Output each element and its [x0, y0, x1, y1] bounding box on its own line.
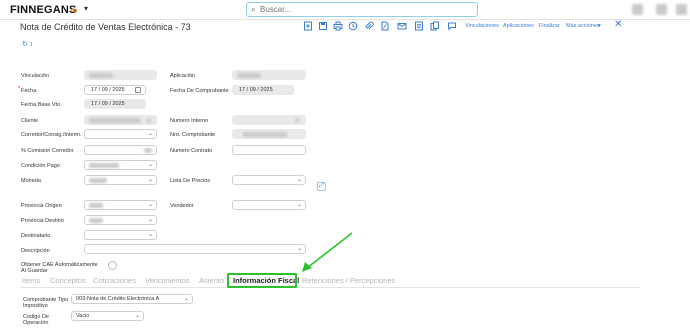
tab-items[interactable]: Items: [22, 276, 40, 285]
label-obtener-cae: Obtener CAE Automáticamente Al Guardar: [21, 262, 98, 274]
label-aplicacion: Aplicación: [170, 73, 196, 79]
page-title: Nota de Crédito de Ventas Electrónica - …: [20, 22, 191, 32]
pdf-icon[interactable]: [380, 21, 390, 31]
chevron-down-icon: ⌄: [296, 246, 302, 252]
provincia-destino-select[interactable]: ⌄: [84, 215, 157, 225]
chevron-down-icon: ⌄: [296, 177, 302, 183]
label-lista-precios: Lista De Precios: [170, 178, 211, 184]
label-provincia-origen: Provincia Origen: [21, 203, 62, 209]
tab-retenciones-percepciones[interactable]: Retenciones / Percepciones: [302, 276, 395, 285]
history-icon[interactable]: [348, 21, 358, 31]
destinatario-select[interactable]: ⌄: [84, 230, 157, 240]
chevron-down-icon: ⌄: [134, 313, 140, 319]
label-provincia-destino: Provincia Destino: [21, 218, 64, 224]
chevron-down-icon: ⌄: [147, 202, 153, 208]
label-numero-contrato: Numero Contrato: [170, 148, 213, 154]
descripcion-select[interactable]: ⌄: [84, 244, 306, 254]
chevron-down-icon: ⌄: [147, 177, 153, 183]
label-vendedor: Vendedor: [170, 203, 194, 209]
apps-icon[interactable]: [632, 4, 643, 15]
codigo-operacion-select[interactable]: Vacio ⌄: [71, 311, 144, 321]
finalizar-link[interactable]: Finalizar: [539, 23, 560, 29]
nro-comprobante-field: [232, 129, 306, 139]
label-numero-interno: Numero Interno: [170, 118, 209, 124]
numero-contrato-input[interactable]: [232, 145, 306, 155]
top-bar: FINNEGANS ∞ ▾ ⌕: [0, 0, 690, 20]
tab-asiento[interactable]: Asiento: [199, 276, 224, 285]
label-nro-comprobante: Nro. Comprobante: [170, 132, 216, 138]
list-icon[interactable]: [414, 21, 424, 31]
label-descripcion: Descripción: [21, 248, 50, 254]
brand-logo[interactable]: FINNEGANS: [10, 4, 77, 16]
copy-icon[interactable]: [430, 21, 440, 31]
obtener-cae-toggle[interactable]: [108, 261, 117, 270]
tab-vencimientos[interactable]: Vencimientos: [145, 276, 190, 285]
chevron-down-icon: ⌄: [147, 232, 153, 238]
label-fecha-base-vto: Fecha Base Vto.: [21, 102, 62, 108]
notifications-icon[interactable]: [656, 4, 667, 15]
tab-conceptos[interactable]: Conceptos: [50, 276, 86, 285]
chevron-down-icon: ⌄: [147, 162, 153, 168]
fecha-comprobante-field: 17 / 09 / 2025: [232, 85, 294, 95]
aplicacion-field[interactable]: [232, 70, 306, 80]
chevron-down-icon: ⌄: [147, 217, 153, 223]
label-comprobante-tipo: Comprobante Tipo Impositivo: [23, 297, 69, 309]
label-fecha-comprobante: Fecha De Comprobante: [170, 88, 229, 94]
email-icon[interactable]: [397, 21, 407, 31]
close-icon[interactable]: ✕: [614, 19, 622, 30]
attach-icon[interactable]: [364, 21, 374, 31]
chevron-down-icon: ⌄: [147, 131, 153, 137]
required-marker: *: [18, 86, 21, 92]
brand-menu-chevron-icon[interactable]: ▾: [84, 4, 88, 13]
refresh-icon[interactable]: ↻ 1: [22, 40, 33, 48]
label-condicion-pago: Condición Pago: [21, 163, 60, 169]
aplicaciones-link[interactable]: Aplicaciones: [503, 23, 534, 29]
condicion-pago-select[interactable]: ⌄: [84, 160, 157, 170]
search-icon: ⌕: [251, 4, 257, 14]
label-moneda: Moneda: [21, 178, 41, 184]
label-codigo-operacion: Codigo De Operación: [23, 314, 49, 326]
vinculaciones-link[interactable]: Vinculaciones: [465, 23, 499, 29]
chevron-down-icon: ⌄: [296, 202, 302, 208]
provincia-origen-select[interactable]: ⌄: [84, 200, 157, 210]
price-list-link-icon[interactable]: ⤢: [317, 182, 326, 191]
label-fecha: Fecha: [21, 88, 37, 94]
user-avatar[interactable]: [676, 4, 687, 15]
calendar-icon[interactable]: [135, 87, 141, 93]
vinculacion-field[interactable]: [84, 70, 157, 80]
label-destinatario: Destinatario: [21, 233, 51, 239]
label-comision-corredor: % Comision Corredor: [21, 148, 74, 154]
numero-interno-field: [232, 115, 306, 125]
brand-loop-icon: ∞: [71, 5, 78, 15]
label-cliente: Cliente: [21, 118, 39, 124]
chevron-down-icon: ⌄: [183, 296, 189, 302]
fecha-input[interactable]: 17 / 09 / 2025: [84, 85, 146, 95]
more-actions-chevron-icon[interactable]: ▾: [598, 23, 601, 29]
tab-cotizaciones[interactable]: Cotizaciones: [93, 276, 136, 285]
print-icon[interactable]: [333, 21, 343, 31]
search-box[interactable]: ⌕: [246, 2, 478, 17]
tabs-divider: [20, 287, 640, 288]
more-actions-link[interactable]: Más acciones: [566, 23, 600, 29]
vendedor-select[interactable]: ⌄: [232, 200, 306, 210]
save-icon[interactable]: [318, 21, 328, 31]
comision-corredor-input[interactable]: [84, 145, 157, 155]
moneda-select[interactable]: ⌄: [84, 175, 157, 185]
fecha-base-vto-field: 17 / 09 / 2025: [84, 99, 146, 109]
lista-precios-select[interactable]: ⌄: [232, 175, 306, 185]
cliente-field[interactable]: [84, 115, 157, 125]
comment-icon[interactable]: [447, 21, 457, 31]
label-corredor: Corredor/Consig./Interm.: [21, 132, 82, 138]
label-vinculacion: Vinculación: [21, 73, 50, 79]
comprobante-tipo-select[interactable]: 003-Nota de Crédito Electrónica A ⌄: [71, 294, 193, 304]
highlight-box: [227, 273, 297, 288]
new-doc-icon[interactable]: [303, 21, 313, 31]
corredor-select[interactable]: ⌄: [84, 129, 157, 139]
search-input[interactable]: [260, 4, 470, 15]
